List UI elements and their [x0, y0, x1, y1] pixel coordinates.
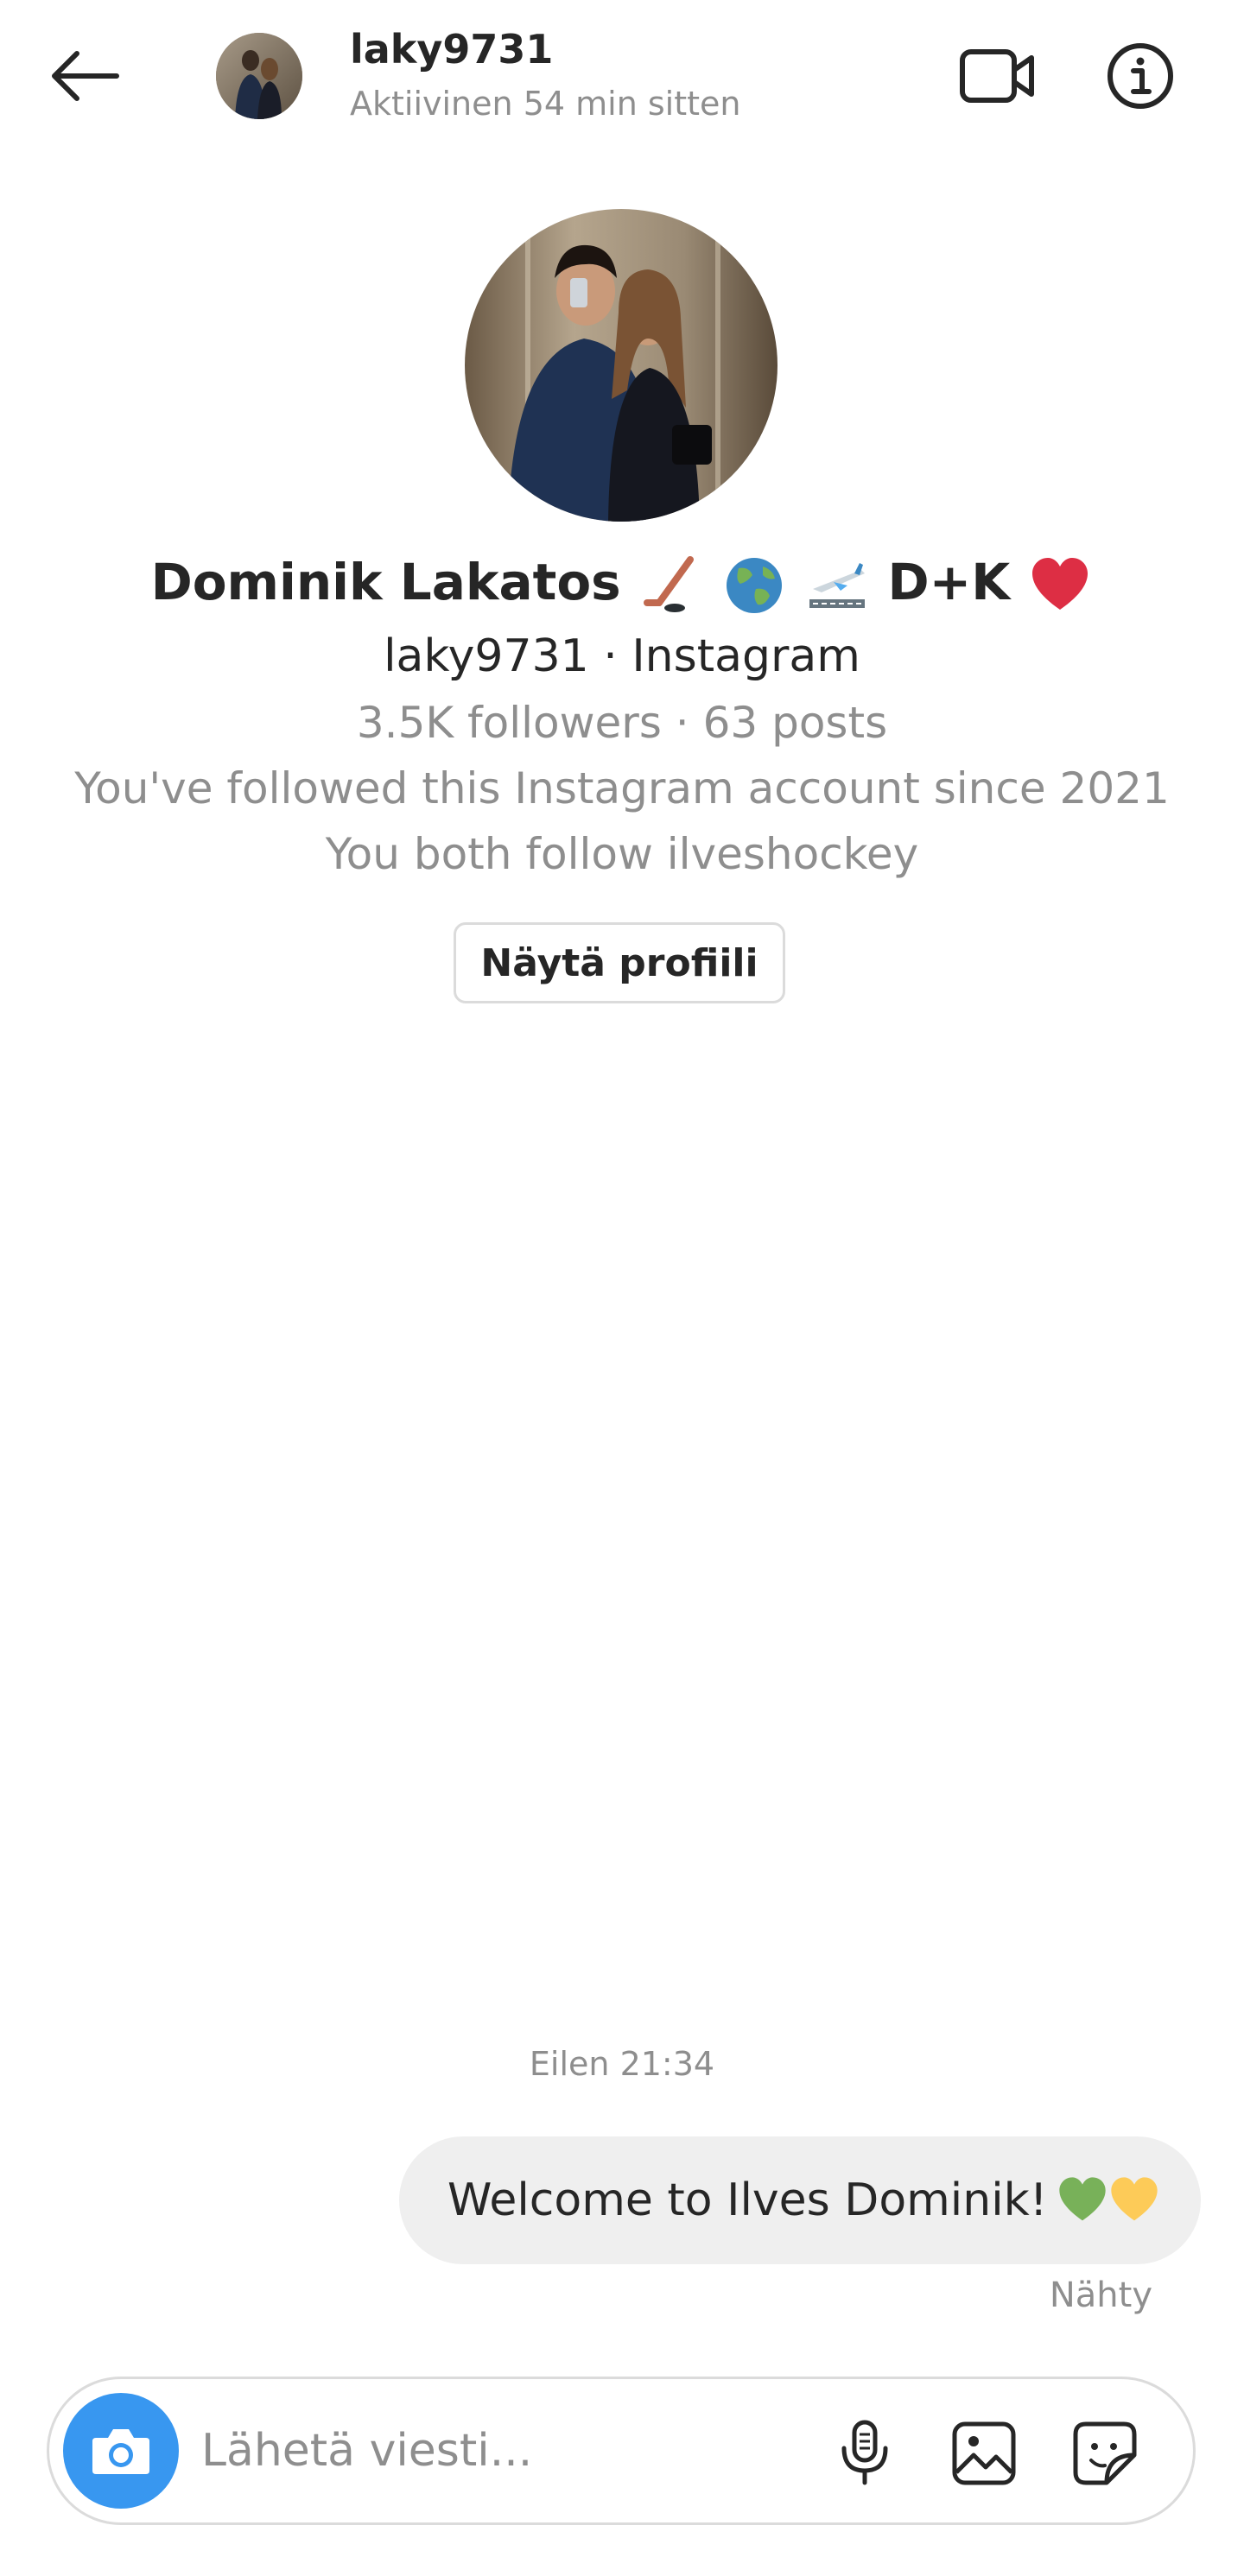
green-heart-emoji	[1058, 2177, 1106, 2221]
video-call-button[interactable]	[957, 41, 1037, 111]
globe-emoji	[727, 557, 783, 613]
profile-handle: laky9731 · Instagram	[384, 630, 860, 682]
red-heart-emoji	[1032, 557, 1088, 610]
camera-icon	[92, 2429, 149, 2474]
message-text: Welcome to Ilves Dominik!	[447, 2174, 1048, 2226]
message-composer	[47, 2377, 1196, 2525]
view-profile-button[interactable]: Näytä profiili	[454, 922, 785, 1003]
message-timestamp: Eilen 21:34	[529, 2045, 715, 2083]
video-call-icon	[960, 49, 1034, 103]
airplane-emoji	[809, 562, 866, 608]
gallery-button[interactable]	[948, 2417, 1020, 2490]
followed-since: You've followed this Instagram account s…	[74, 763, 1170, 813]
profile-avatar[interactable]	[465, 209, 778, 522]
sticker-icon	[1073, 2421, 1137, 2485]
header-username[interactable]: laky9731	[350, 26, 553, 73]
profile-stats: 3.5K followers · 63 posts	[356, 698, 888, 748]
message-input[interactable]	[201, 2414, 806, 2488]
profile-photo	[465, 209, 778, 522]
arrow-left-icon	[52, 51, 119, 101]
info-icon	[1108, 43, 1173, 109]
camera-button[interactable]	[63, 2393, 179, 2509]
active-status: Aktiivinen 54 min sitten	[350, 85, 741, 123]
profile-name-suffix: D+K	[887, 553, 1011, 611]
hockey-stick-emoji	[643, 555, 694, 612]
sticker-button[interactable]	[1069, 2417, 1141, 2490]
profile-photo	[216, 33, 302, 119]
seen-receipt: Nähty	[1049, 2275, 1152, 2315]
info-button[interactable]	[1104, 40, 1177, 112]
yellow-heart-emoji	[1110, 2177, 1158, 2221]
profile-display-name: Dominik Lakatos	[150, 553, 621, 611]
back-button[interactable]	[45, 41, 123, 111]
header-avatar[interactable]	[216, 33, 302, 119]
dm-thread-screen: laky9731 Aktiivinen 54 min sitten Domini…	[0, 0, 1244, 2576]
thread-header: laky9731 Aktiivinen 54 min sitten	[0, 0, 1244, 155]
mutual-follow: You both follow ilveshockey	[325, 829, 919, 879]
profile-display-name-row: Dominik Lakatos D+K	[0, 553, 1244, 617]
gallery-icon	[952, 2421, 1016, 2485]
microphone-icon	[841, 2420, 888, 2485]
outgoing-message[interactable]: Welcome to Ilves Dominik!	[399, 2136, 1201, 2264]
voice-message-button[interactable]	[828, 2417, 901, 2490]
